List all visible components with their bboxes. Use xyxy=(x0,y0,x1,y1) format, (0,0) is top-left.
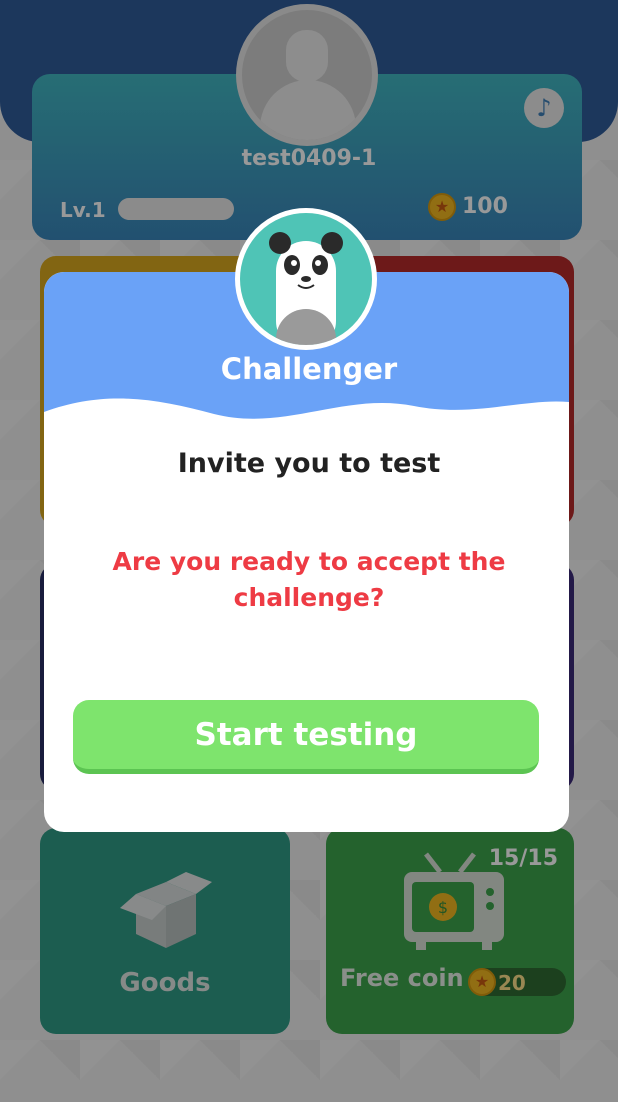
invite-text: Invite you to test xyxy=(177,448,441,479)
panda-icon xyxy=(269,232,343,345)
decor-dot xyxy=(493,414,499,420)
wave-divider xyxy=(44,398,569,450)
challenge-question: Are you ready to accept the challenge? xyxy=(112,547,506,612)
challenger-avatar xyxy=(235,208,377,350)
dialog-title: Challenger xyxy=(220,352,398,386)
decor-dot xyxy=(388,412,394,418)
decor-dot xyxy=(149,418,155,424)
start-testing-button[interactable]: Start testing xyxy=(73,700,539,774)
